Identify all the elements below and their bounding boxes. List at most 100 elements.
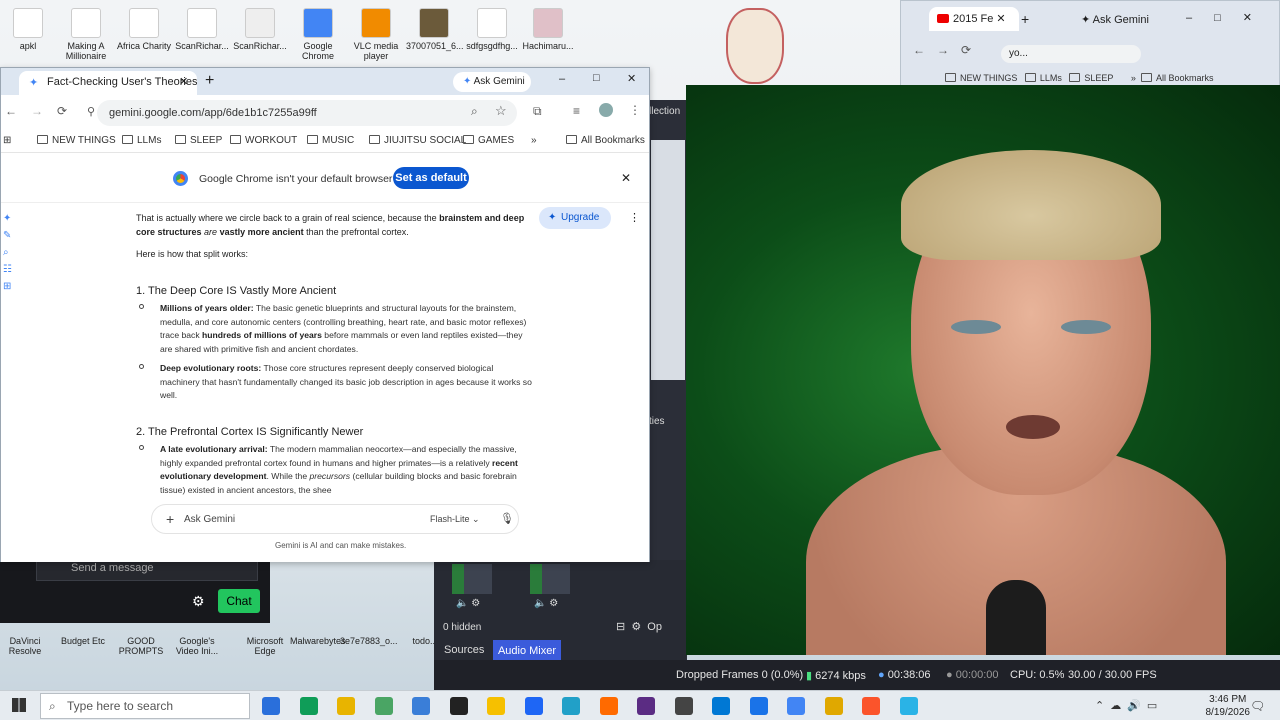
desktop-icon[interactable]: ScanRichar... bbox=[174, 8, 230, 51]
profile-avatar[interactable] bbox=[599, 103, 613, 117]
desktop-icon[interactable]: 3e7e7883_o... bbox=[340, 636, 398, 646]
desktop-icon[interactable]: VLC media player bbox=[348, 8, 404, 61]
all-bookmarks[interactable]: All Bookmarks bbox=[566, 135, 645, 146]
add-icon[interactable]: + bbox=[166, 511, 174, 527]
close-tab-icon[interactable]: ✕ bbox=[179, 75, 188, 88]
nav-buttons[interactable]: ←→⟳ bbox=[913, 43, 983, 57]
bookmark-jiujitsu-social[interactable]: JIUJITSU SOCIAL bbox=[369, 135, 466, 146]
bookmark-music[interactable]: MUSIC bbox=[307, 135, 354, 146]
taskbar-app-icon[interactable] bbox=[712, 697, 730, 715]
taskbar-app-icon[interactable] bbox=[899, 697, 918, 715]
windows-start-icon[interactable] bbox=[12, 698, 26, 712]
taskbar-app-icon[interactable] bbox=[412, 697, 430, 715]
taskbar-app-icon[interactable] bbox=[562, 697, 580, 715]
minimize-button[interactable]: – bbox=[559, 73, 565, 85]
apps-icon[interactable]: ⊞ bbox=[3, 135, 11, 146]
close-infobar-icon[interactable]: ✕ bbox=[621, 171, 631, 185]
desktop-icon[interactable]: sdfgsgdfhg... bbox=[464, 8, 520, 51]
taskbar-app-icon[interactable] bbox=[599, 697, 618, 715]
maximize-button[interactable]: □ bbox=[593, 72, 600, 84]
volume-icon-1[interactable]: 🔈 ⚙ bbox=[456, 598, 480, 609]
chrome-window[interactable]: ✦ Fact-Checking User's Theories ✕ + ✦ As… bbox=[0, 67, 650, 562]
forward-icon[interactable]: → bbox=[31, 104, 43, 118]
background-bookmarks[interactable]: NEW THINGS LLMs SLEEP » All Bookmarks bbox=[945, 73, 1213, 83]
desktop-icon[interactable]: ScanRichar... bbox=[232, 8, 288, 51]
bookmark-games[interactable]: GAMES bbox=[463, 135, 514, 146]
bookmark-llms[interactable]: LLMs bbox=[122, 135, 161, 146]
model-selector[interactable]: Flash-Lite ⌄ bbox=[430, 514, 480, 525]
more-options-icon[interactable]: ⋮ bbox=[629, 211, 640, 224]
intro-paragraph: That is actually where we circle back to… bbox=[136, 213, 525, 237]
close-window-button[interactable]: ✕ bbox=[627, 72, 636, 85]
desktop-icon[interactable]: Making A Millionaire bbox=[58, 8, 114, 61]
address-row: ← → ⟳ ⚲ gemini.google.com/app/6de1b1c725… bbox=[1, 95, 649, 131]
chat-button[interactable]: Chat bbox=[218, 589, 260, 613]
notification-icon[interactable]: 🗨 bbox=[1250, 699, 1265, 713]
bookmark-sleep[interactable]: SLEEP bbox=[175, 135, 222, 146]
desktop-icon[interactable]: Microsoft Edge bbox=[240, 636, 290, 656]
taskbar-app-icon[interactable] bbox=[637, 697, 655, 715]
ask-gemini-button[interactable]: ✦ Ask Gemini bbox=[1081, 13, 1149, 26]
taskbar-app-icon[interactable] bbox=[862, 697, 880, 715]
tab-fact-checking[interactable]: ✦ Fact-Checking User's Theories ✕ bbox=[19, 71, 197, 95]
desktop-icon[interactable]: Google Chrome bbox=[290, 8, 346, 61]
background-tab[interactable]: 2015 Fe ✕ bbox=[929, 7, 1019, 31]
desktop-icon[interactable]: Africa Charity bbox=[116, 8, 172, 51]
taskbar-app-icon[interactable] bbox=[449, 697, 468, 715]
desktop-icon[interactable]: GOOD PROMPTS bbox=[116, 636, 166, 656]
gemini-sidebar-icons[interactable]: ✦ ✎ ⌕ ☷ ⊞ bbox=[3, 210, 12, 295]
taskbar-app-icon[interactable] bbox=[524, 697, 543, 715]
new-tab-icon[interactable]: + bbox=[1021, 11, 1029, 27]
chat-settings-icon[interactable]: ⚙ bbox=[192, 593, 205, 610]
desktop-icon[interactable]: Google's Video Ini... bbox=[172, 636, 222, 656]
obs-dock-icons[interactable]: ⊟ ⚙ Op bbox=[616, 620, 662, 633]
window-controls[interactable]: –□✕ bbox=[1186, 11, 1274, 24]
desktop-icon[interactable]: 37007051_6... bbox=[406, 8, 464, 51]
desktop-icon-label: Malwarebytes bbox=[290, 636, 346, 646]
background-chrome-window[interactable]: 2015 Fe ✕ + ✦ Ask Gemini –□✕ ←→⟳ yo... N… bbox=[900, 0, 1280, 90]
url-bar[interactable]: gemini.google.com/app/6de1b1c7255a99ff bbox=[97, 100, 517, 126]
taskbar-app-icon[interactable] bbox=[674, 697, 693, 715]
new-tab-icon[interactable]: + bbox=[205, 72, 214, 90]
taskbar-app-icon[interactable] bbox=[299, 697, 318, 715]
ask-gemini-input[interactable]: + Ask Gemini Flash-Lite ⌄ 🎙 bbox=[151, 504, 519, 534]
taskbar-app-icon[interactable] bbox=[749, 697, 768, 715]
zoom-search-icon[interactable]: ⌕ bbox=[471, 104, 478, 119]
tab-sources[interactable]: Sources bbox=[444, 644, 484, 656]
taskbar-app-icon[interactable] bbox=[824, 697, 843, 715]
system-tray-icons[interactable]: ⌃☁🔊▭ bbox=[1095, 699, 1163, 712]
set-default-button[interactable]: Set as default bbox=[393, 167, 469, 189]
desktop-icon[interactable]: DaVinci Resolve bbox=[0, 636, 50, 656]
site-info-icon[interactable]: ⚲ bbox=[87, 105, 95, 118]
chat-panel: Send a message ⚙ Chat bbox=[0, 555, 270, 623]
taskbar-search-input[interactable]: ⌕ Type here to search bbox=[40, 693, 250, 719]
upgrade-button[interactable]: ✦ Upgrade bbox=[539, 207, 611, 229]
taskbar-app-icon[interactable] bbox=[374, 697, 393, 715]
taskbar-app-icon[interactable] bbox=[487, 697, 505, 715]
taskbar-app-icon[interactable] bbox=[787, 697, 805, 715]
desktop-icon[interactable]: Hachimaru... bbox=[520, 8, 576, 51]
media-icon[interactable]: ≡ bbox=[573, 104, 580, 118]
desktop-icon-label: DaVinci Resolve bbox=[8, 636, 42, 656]
more-bookmarks-icon[interactable]: » bbox=[531, 135, 537, 146]
background-url-bar[interactable]: yo... bbox=[1001, 45, 1141, 63]
bookmark-workout[interactable]: WORKOUT bbox=[230, 135, 297, 146]
mic-icon[interactable]: 🎙 bbox=[500, 512, 514, 525]
desktop-icon[interactable]: apkl bbox=[0, 8, 56, 51]
volume-icon-2[interactable]: 🔈 ⚙ bbox=[534, 598, 558, 609]
ask-gemini-button[interactable]: ✦ Ask Gemini bbox=[453, 72, 531, 92]
taskbar-app-icon[interactable] bbox=[262, 697, 280, 715]
tab-audio-mixer[interactable]: Audio Mixer bbox=[493, 640, 561, 662]
reload-icon[interactable]: ⟳ bbox=[57, 104, 67, 118]
taskbar-clock[interactable]: 3:46 PM 8/19/2026 bbox=[1206, 693, 1251, 719]
back-icon[interactable]: ← bbox=[5, 104, 17, 118]
bookmark-new-things[interactable]: NEW THINGS bbox=[37, 135, 116, 146]
menu-icon[interactable]: ⋮ bbox=[629, 103, 641, 117]
taskbar-app-icon[interactable] bbox=[337, 697, 355, 715]
bookmark-star-icon[interactable]: ☆ bbox=[495, 103, 507, 119]
desktop-icon[interactable]: Malwarebytes bbox=[290, 636, 346, 646]
obs-status-bar: Dropped Frames 0 (0.0%) ▮ 6274 kbps ● 00… bbox=[434, 660, 1280, 690]
extensions-icon[interactable]: ⧉ bbox=[533, 104, 542, 119]
bullet-late-arrival: A late evolutionary arrival: The modern … bbox=[160, 444, 518, 495]
desktop-icon[interactable]: Budget Etc bbox=[58, 636, 108, 646]
